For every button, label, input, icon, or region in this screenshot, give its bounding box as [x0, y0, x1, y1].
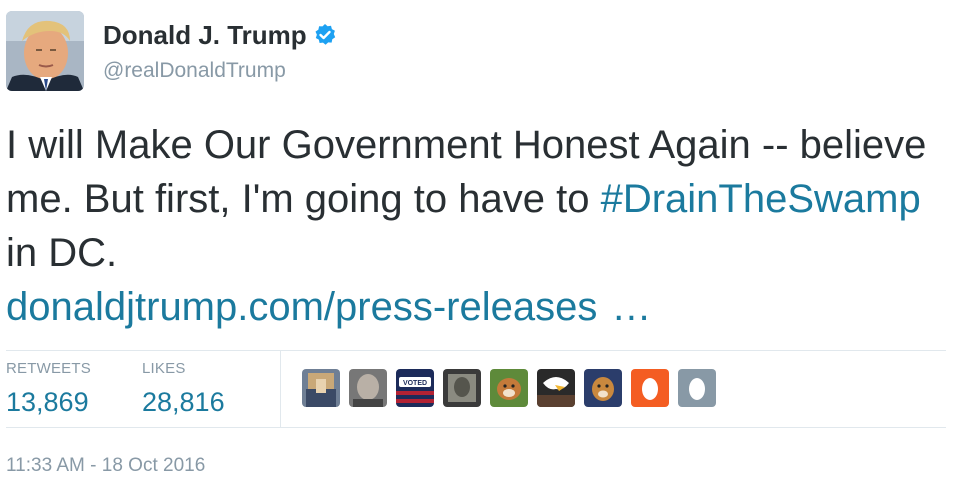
likes-label: LIKES	[142, 360, 186, 377]
liker-avatar-dog-2[interactable]	[584, 369, 622, 407]
stats-bottom-divider	[6, 427, 946, 428]
hashtag-link[interactable]: #DrainTheSwamp	[601, 177, 921, 221]
egg-avatar-gray[interactable]	[678, 369, 716, 407]
retweets-count: 13,869	[6, 387, 89, 417]
liker-avatar-1[interactable]	[302, 369, 340, 407]
retweets-label: RETWEETS	[6, 360, 91, 377]
tweet-text: I will Make Our Government Honest Again …	[6, 118, 936, 334]
egg-avatar-orange[interactable]	[631, 369, 669, 407]
stats-vertical-divider	[280, 351, 281, 427]
liker-avatar-eagle[interactable]	[537, 369, 575, 407]
svg-text:VOTED: VOTED	[403, 380, 427, 387]
profile-avatar[interactable]	[6, 11, 84, 91]
display-name[interactable]: Donald J. Trump	[103, 19, 307, 51]
likes-count: 28,816	[142, 387, 225, 417]
verified-badge-icon	[313, 23, 337, 47]
url-link[interactable]: donaldjtrump.com/press-releases	[6, 285, 597, 329]
name-row: Donald J. Trump	[103, 19, 337, 51]
link-ellipsis: …	[611, 285, 652, 329]
profile-photo-icon	[6, 11, 84, 91]
tweet-text-part2: in DC.	[6, 231, 118, 275]
liker-avatar-2[interactable]	[349, 369, 387, 407]
user-handle[interactable]: @realDonaldTrump	[103, 58, 286, 84]
likers-avatars: VOTED	[302, 369, 716, 407]
liker-avatar-4[interactable]	[443, 369, 481, 407]
tweet-timestamp[interactable]: 11:33 AM - 18 Oct 2016	[6, 454, 205, 478]
retweets-stat[interactable]: RETWEETS 13,869	[6, 359, 91, 419]
stats-top-divider	[6, 350, 946, 351]
likes-stat[interactable]: LIKES 28,816	[142, 359, 225, 419]
liker-avatar-voted[interactable]: VOTED	[396, 369, 434, 407]
liker-avatar-dog[interactable]	[490, 369, 528, 407]
